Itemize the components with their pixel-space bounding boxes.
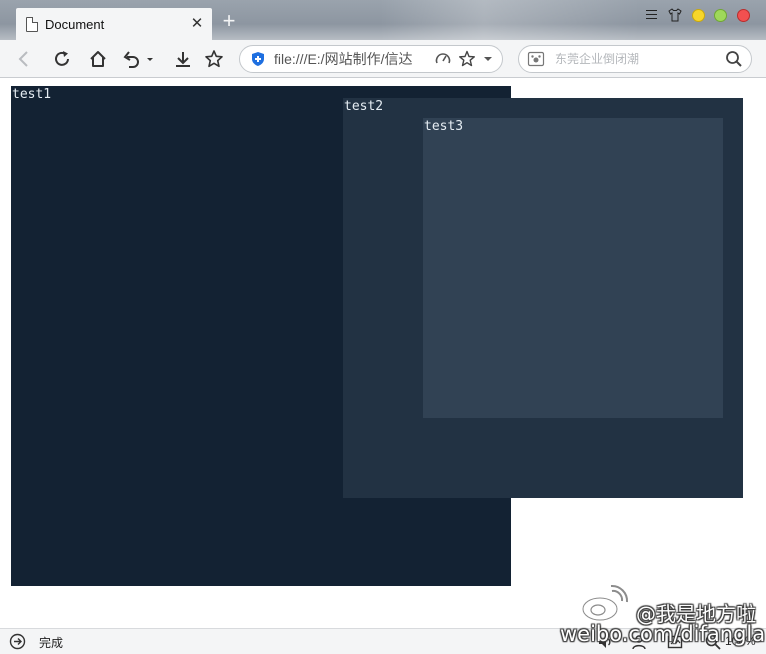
bookmark-star-icon[interactable] [202, 47, 226, 71]
shield-icon [252, 52, 264, 66]
navigation-toolbar: file:///E:/网站制作/信达 [0, 40, 766, 78]
minimize-button[interactable] [692, 9, 705, 22]
close-window-button[interactable] [737, 9, 750, 22]
status-text: 完成 [39, 636, 64, 650]
browser-tab[interactable]: Document ✕ [16, 8, 212, 40]
page-icon [26, 16, 38, 32]
address-dropdown-icon[interactable] [482, 53, 494, 65]
search-box[interactable] [518, 45, 752, 73]
test3-label: test3 [424, 119, 464, 134]
home-icon[interactable] [86, 47, 110, 71]
address-bar[interactable]: file:///E:/网站制作/信达 [239, 45, 503, 73]
status-arrow-icon[interactable] [9, 633, 26, 650]
undo-icon[interactable] [120, 47, 156, 71]
back-icon[interactable] [12, 47, 36, 71]
address-url[interactable]: file:///E:/网站制作/信达 [274, 49, 430, 69]
watermark-url: weibo.com/difangla [560, 622, 766, 646]
weibo-logo [581, 584, 629, 622]
hamburger-menu-icon[interactable] [646, 10, 657, 21]
tab-close-icon[interactable]: ✕ [190, 16, 204, 31]
search-icon[interactable] [725, 50, 743, 68]
maximize-button[interactable] [714, 9, 727, 22]
tab-title: Document [45, 16, 105, 32]
search-input[interactable] [555, 52, 725, 66]
shirt-icon[interactable] [668, 8, 682, 22]
reload-icon[interactable] [50, 47, 74, 71]
test2-label: test2 [344, 99, 384, 114]
download-icon[interactable] [171, 47, 195, 71]
title-bar: Document ✕ + [0, 0, 766, 40]
new-tab-button[interactable]: + [219, 10, 239, 32]
favorite-star-icon[interactable] [458, 50, 476, 68]
search-engine-icon[interactable] [527, 50, 545, 68]
test3-box: test3 [423, 118, 723, 418]
test1-label: test1 [12, 87, 52, 102]
speedometer-icon[interactable] [434, 50, 452, 68]
